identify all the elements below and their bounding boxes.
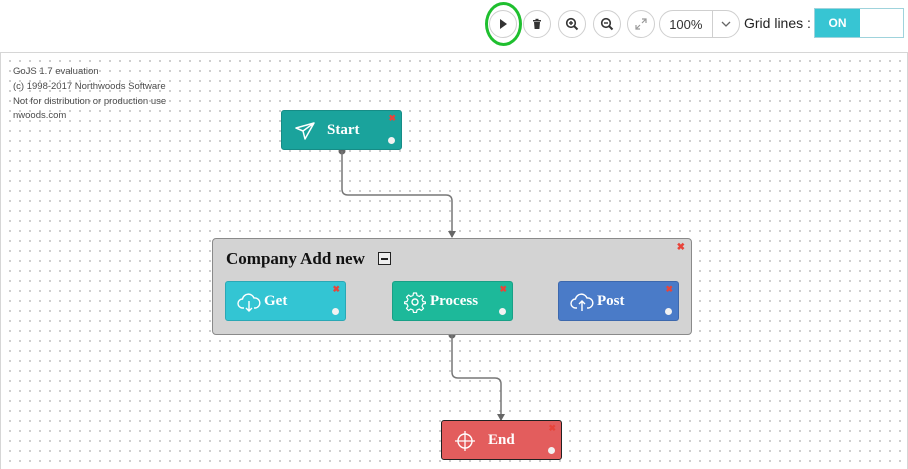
app-window: 100% Grid lines : ON GoJS 1.7 evaluation… [0, 0, 908, 469]
send-icon [295, 122, 315, 140]
delete-node-icon[interactable]: ✖ [332, 284, 340, 294]
delete-button[interactable] [523, 10, 551, 38]
grid-toggle-on: ON [815, 9, 860, 37]
gear-icon [404, 292, 426, 313]
fit-button[interactable] [627, 10, 655, 38]
end-label: End [488, 432, 515, 448]
trash-icon [533, 18, 541, 29]
chevron-down-icon [721, 21, 731, 27]
group-title: Company Add new [226, 249, 365, 268]
toolbar: 100% Grid lines : ON [0, 0, 908, 52]
process-label: Process [430, 293, 479, 309]
get-label: Get [264, 293, 288, 309]
end-node[interactable]: End ✖ [441, 420, 562, 460]
play-icon [500, 19, 507, 29]
delete-node-icon[interactable]: ✖ [499, 284, 507, 294]
cloud-download-icon [237, 293, 261, 312]
play-button[interactable] [489, 10, 517, 38]
node-port[interactable] [388, 137, 395, 144]
link-start-group[interactable] [338, 147, 456, 238]
zoom-in-icon [565, 17, 579, 31]
start-node[interactable]: Start ✖ [281, 110, 402, 150]
get-node[interactable]: Get ✖ [225, 281, 346, 321]
zoom-select[interactable]: 100% [659, 10, 740, 38]
delete-node-icon[interactable]: ✖ [548, 423, 556, 433]
crosshair-icon [455, 431, 475, 451]
grid-lines-toggle[interactable]: ON [814, 8, 904, 38]
post-node[interactable]: Post ✖ [558, 281, 679, 321]
expand-icon [635, 18, 647, 30]
process-node[interactable]: Process ✖ [392, 281, 513, 321]
zoom-in-button[interactable] [558, 10, 586, 38]
node-port[interactable] [332, 308, 339, 315]
zoom-level: 100% [669, 16, 703, 32]
node-port[interactable] [499, 308, 506, 315]
grid-lines-label: Grid lines : [744, 15, 811, 31]
zoom-out-icon [600, 17, 614, 31]
diagram-canvas[interactable]: GoJS 1.7 evaluation (c) 1998-2017 Northw… [0, 52, 908, 469]
start-label: Start [327, 122, 360, 138]
link-group-end[interactable] [448, 331, 505, 421]
collapse-icon[interactable] [378, 252, 391, 265]
group-company-add-new[interactable]: Company Add new ✖ Get ✖ Process ✖ Post ✖ [212, 238, 692, 335]
cloud-upload-icon [570, 293, 594, 311]
delete-node-icon[interactable]: ✖ [388, 113, 396, 123]
zoom-out-button[interactable] [593, 10, 621, 38]
zoom-caret[interactable] [711, 11, 739, 37]
delete-group-icon[interactable]: ✖ [677, 242, 685, 253]
node-port[interactable] [665, 308, 672, 315]
delete-node-icon[interactable]: ✖ [665, 284, 673, 294]
node-port[interactable] [548, 447, 555, 454]
post-label: Post [597, 293, 625, 309]
